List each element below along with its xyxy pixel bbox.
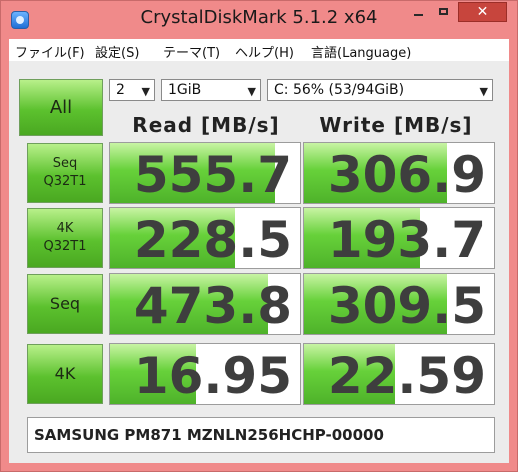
size-select[interactable]: 1GiB ▼ [161,79,261,101]
test-sublabel: Q32T1 [43,239,87,254]
test-4k-button[interactable]: 4K [27,344,103,404]
read-value: 16.95 [133,347,292,405]
write-value: 193.7 [327,211,486,269]
test-seq-button[interactable]: Seq [27,274,103,334]
read-header: Read [MB/s] [132,113,280,137]
chevron-down-icon: ▼ [247,85,256,98]
drive-select[interactable]: C: 56% (53/94GiB) ▼ [267,79,493,101]
chevron-down-icon: ▼ [141,85,150,98]
read-result-cell: 555.7 [109,142,301,204]
drive-value: C: 56% (53/94GiB) [274,82,405,98]
test-label: Seq [49,294,81,313]
write-result-cell: 193.7 [303,207,495,269]
test-label: 4K [54,364,76,383]
maximize-button[interactable] [431,2,457,22]
app-window: CrystalDiskMark 5.1.2 x64 ✕ ファイル(F) 設定(S… [0,0,518,472]
size-value: 1GiB [168,82,202,98]
menu-file[interactable]: ファイル(F) [15,42,85,61]
write-value: 309.5 [327,277,486,335]
test-label: Seq [52,156,78,171]
title-bar[interactable]: CrystalDiskMark 5.1.2 x64 ✕ [1,1,517,39]
chevron-down-icon: ▼ [479,85,488,98]
test-label: 4K [56,221,74,236]
device-name-field: SAMSUNG PM871 MZNLN256HCHP-00000 [27,417,495,453]
read-result-cell: 228.5 [109,207,301,269]
write-value: 22.59 [327,347,486,405]
count-select[interactable]: 2 ▼ [109,79,155,101]
menu-help[interactable]: ヘルプ(H) [235,42,294,61]
write-result-cell: 306.9 [303,142,495,204]
close-button[interactable]: ✕ [458,2,507,22]
test-seq-q32t1-button[interactable]: Seq Q32T1 [27,143,103,203]
menu-theme[interactable]: テーマ(T) [163,42,220,61]
menu-settings[interactable]: 設定(S) [95,42,139,61]
read-value: 228.5 [133,211,292,269]
write-result-cell: 309.5 [303,273,495,335]
read-result-cell: 473.8 [109,273,301,335]
count-value: 2 [116,82,125,98]
write-result-cell: 22.59 [303,343,495,405]
menu-bar: ファイル(F) 設定(S) テーマ(T) ヘルプ(H) 言語(Language) [9,39,509,61]
test-4k-q32t1-button[interactable]: 4K Q32T1 [27,208,103,268]
all-button[interactable]: All [19,79,103,136]
write-value: 306.9 [327,146,486,204]
read-value: 473.8 [133,277,292,335]
read-result-cell: 16.95 [109,343,301,405]
read-value: 555.7 [133,146,292,204]
menu-language[interactable]: 言語(Language) [311,42,411,61]
test-sublabel: Q32T1 [43,174,87,189]
minimize-button[interactable] [405,2,431,22]
write-header: Write [MB/s] [319,113,473,137]
